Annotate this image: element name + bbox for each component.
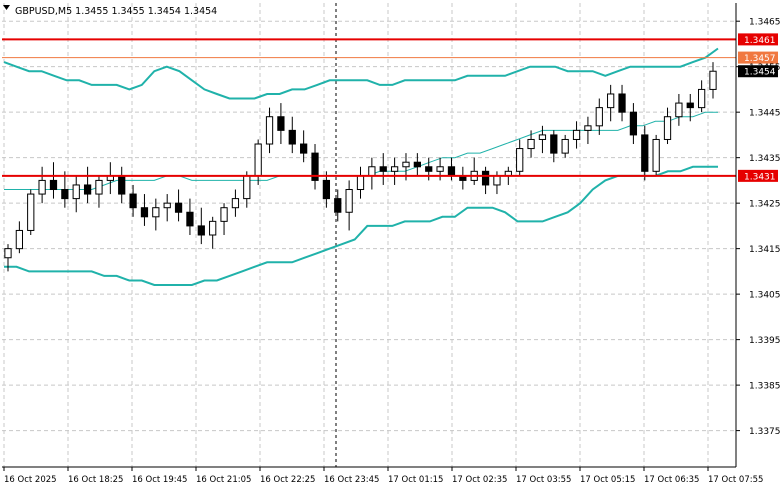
candle-body: [447, 166, 456, 177]
candle-body: [652, 138, 660, 172]
price-level-label: 1.3431: [744, 172, 776, 182]
y-tick-label: 1.3385: [749, 382, 781, 392]
x-tick-label: 16 Oct 19:45: [132, 475, 187, 485]
x-tick-label: 16 Oct 2025: [4, 475, 57, 485]
x-tick-label: 17 Oct 07:55: [708, 475, 763, 485]
candle-body: [561, 138, 569, 154]
candle-body: [675, 102, 683, 118]
candle-body: [493, 175, 501, 186]
candle-body: [572, 129, 581, 140]
candle-body: [243, 175, 251, 200]
candle-body: [686, 102, 694, 109]
candle-body: [174, 202, 183, 213]
candle-body: [277, 116, 285, 131]
price-level-label: 1.3461: [744, 36, 776, 46]
candle-body: [413, 161, 421, 168]
current-price-tag: 1.3454: [738, 65, 778, 78]
candle-body: [345, 189, 353, 213]
candle-body: [595, 107, 603, 127]
y-tick-label: 1.3425: [749, 200, 781, 210]
candle-body: [300, 143, 308, 154]
x-tick-label: 17 Oct 05:15: [580, 475, 635, 485]
y-tick-label: 1.3375: [749, 427, 781, 437]
candle-body: [322, 179, 331, 200]
chart-window[interactable]: 1.34611.34571.3431 1.34651.34551.34451.3…: [0, 0, 781, 489]
y-tick-label: 1.3465: [749, 18, 781, 28]
current-price-label: 1.3454: [744, 68, 776, 78]
chart-title: GBPUSD,M5 1.3455 1.3455 1.3454 1.3454: [15, 6, 217, 17]
candle-body: [607, 93, 615, 109]
candle-body: [425, 166, 433, 172]
x-tick-label: 16 Oct 22:25: [260, 475, 315, 485]
candle-body: [95, 179, 103, 195]
candle-body: [265, 116, 274, 145]
candle-body: [379, 166, 387, 172]
y-tick-label: 1.3395: [749, 336, 781, 346]
candle-body: [288, 129, 296, 145]
x-tick-label: 16 Oct 23:45: [324, 475, 379, 485]
candle-body: [390, 166, 399, 172]
candle-body: [334, 198, 342, 213]
candle-body: [197, 225, 205, 236]
candle-body: [618, 93, 626, 113]
candle-body: [72, 184, 80, 200]
candle-body: [356, 175, 365, 191]
x-tick-label: 17 Oct 06:35: [644, 475, 699, 485]
candle-body: [698, 88, 706, 109]
chart-background: [0, 0, 781, 489]
candle-body: [118, 175, 126, 195]
candle-body: [61, 189, 69, 200]
y-tick-label: 1.3405: [749, 291, 781, 301]
candle-body: [38, 179, 46, 195]
y-tick-label: 1.3415: [749, 245, 781, 255]
candle-body: [140, 207, 149, 218]
candle-body: [538, 134, 547, 140]
candle-body: [15, 229, 23, 250]
candle-body: [83, 184, 92, 195]
y-tick-label: 1.3445: [749, 109, 781, 119]
candle-body: [584, 125, 592, 131]
candle-body: [4, 248, 12, 259]
candle-body: [527, 138, 535, 150]
candle-body: [49, 179, 58, 191]
x-tick-label: 17 Oct 02:35: [452, 475, 507, 485]
candle-body: [550, 134, 558, 154]
price-chart[interactable]: 1.34611.34571.3431 1.34651.34551.34451.3…: [0, 0, 781, 489]
candle-body: [209, 220, 217, 236]
candle-body: [629, 111, 638, 136]
candle-body: [481, 170, 490, 186]
candle-body: [186, 211, 194, 227]
x-tick-label: 17 Oct 03:55: [516, 475, 571, 485]
candle-body: [163, 202, 171, 209]
candle-body: [402, 161, 410, 168]
candle-body: [709, 70, 717, 90]
candle-body: [436, 166, 444, 172]
candle-body: [663, 116, 672, 140]
candle-body: [516, 148, 524, 172]
x-tick-label: 16 Oct 21:05: [196, 475, 251, 485]
candle-body: [641, 134, 649, 172]
candle-body: [220, 207, 228, 222]
candle-body: [231, 198, 240, 209]
x-tick-label: 17 Oct 01:15: [388, 475, 443, 485]
x-tick-label: 16 Oct 18:25: [68, 475, 123, 485]
candle-body: [254, 143, 262, 177]
candle-body: [129, 193, 137, 209]
candle-body: [152, 207, 160, 218]
candle-body: [27, 193, 35, 231]
y-tick-label: 1.3435: [749, 154, 781, 164]
candle-body: [368, 166, 376, 177]
